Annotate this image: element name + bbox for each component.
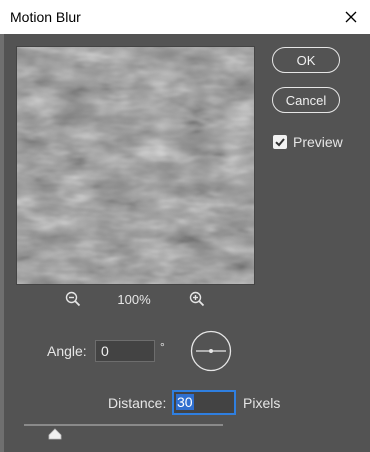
distance-slider-thumb[interactable] — [47, 428, 63, 440]
preview-checkbox[interactable] — [273, 135, 287, 149]
title-bar: Motion Blur — [0, 0, 370, 34]
angle-input[interactable] — [95, 340, 155, 362]
ok-button[interactable]: OK — [272, 47, 340, 73]
dialog-title: Motion Blur — [10, 9, 81, 25]
distance-value: 30 — [176, 394, 194, 410]
degree-symbol: ° — [160, 340, 165, 354]
angle-dial[interactable] — [190, 330, 232, 372]
check-icon — [275, 138, 285, 147]
window-edge — [0, 34, 4, 452]
zoom-in-icon[interactable] — [189, 291, 205, 312]
cancel-button[interactable]: Cancel — [272, 87, 340, 113]
preview-label[interactable]: Preview — [293, 134, 343, 150]
distance-label: Distance: — [108, 395, 167, 411]
distance-input[interactable]: 30 — [172, 390, 236, 415]
preview-canvas[interactable] — [16, 46, 255, 285]
angle-label: Angle: — [47, 343, 87, 359]
zoom-level: 100% — [117, 292, 151, 307]
close-icon — [345, 11, 357, 23]
close-button[interactable] — [338, 4, 364, 30]
zoom-controls: 100% — [60, 290, 220, 310]
zoom-out-icon[interactable] — [65, 291, 81, 312]
pixels-unit-label: Pixels — [243, 395, 281, 411]
distance-slider-track[interactable] — [24, 424, 223, 426]
